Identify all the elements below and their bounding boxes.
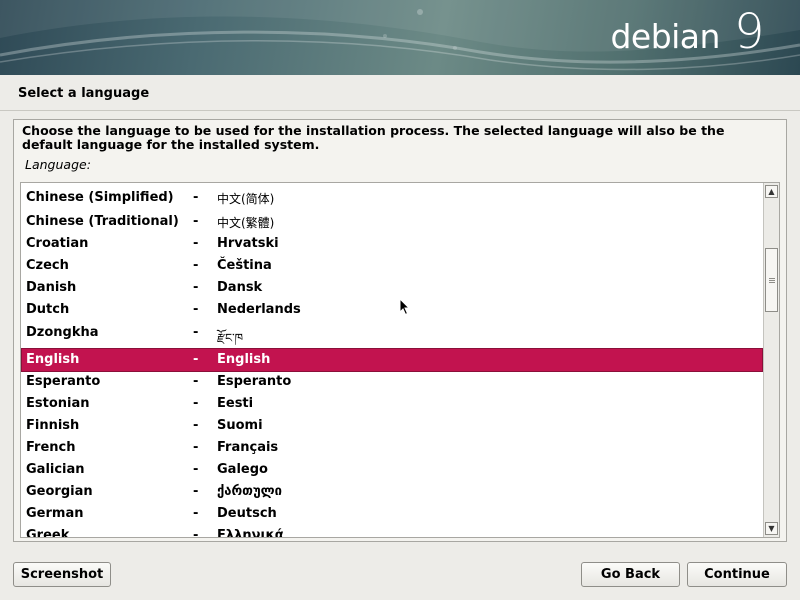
language-native-name: Čeština bbox=[217, 258, 272, 273]
scroll-down-arrow-icon[interactable]: ▼ bbox=[765, 522, 778, 535]
instructions-text: Choose the language to be used for the i… bbox=[22, 123, 725, 152]
mouse-pointer-icon bbox=[399, 298, 411, 316]
language-native-name: Français bbox=[217, 440, 279, 455]
language-name: Chinese (Simplified) bbox=[26, 190, 174, 205]
language-row[interactable]: Czech - Čeština bbox=[22, 255, 762, 277]
language-native-name: English bbox=[217, 352, 271, 367]
continue-button[interactable]: Continue bbox=[687, 562, 787, 587]
scrollbar-thumb[interactable] bbox=[765, 248, 778, 312]
language-field-label: Language: bbox=[25, 157, 91, 172]
language-name: Esperanto bbox=[26, 374, 101, 389]
title-divider bbox=[0, 110, 800, 111]
language-separator: - bbox=[193, 214, 199, 229]
language-name: Chinese (Traditional) bbox=[26, 214, 179, 229]
language-row[interactable]: Croatian - Hrvatski bbox=[22, 233, 762, 255]
language-row[interactable]: Estonian - Eesti bbox=[22, 393, 762, 415]
language-separator: - bbox=[193, 258, 199, 273]
language-native-name: Dansk bbox=[217, 280, 263, 295]
brand-name: debian bbox=[610, 17, 720, 56]
language-row[interactable]: Greek - Ελληνικά bbox=[22, 525, 762, 538]
screenshot-button[interactable]: Screenshot bbox=[13, 562, 111, 587]
debian-banner: debian 9 bbox=[0, 0, 800, 75]
language-row[interactable]: German - Deutsch bbox=[22, 503, 762, 525]
language-separator: - bbox=[193, 440, 199, 455]
language-separator: - bbox=[193, 352, 199, 367]
language-name: French bbox=[26, 440, 76, 455]
language-name: Georgian bbox=[26, 484, 93, 499]
language-listbox[interactable]: Chinese (Simplified) - 中文(简体) Chinese (Trad… bbox=[20, 182, 780, 538]
language-native-name: Deutsch bbox=[217, 506, 277, 521]
language-native-name: ქართული bbox=[217, 484, 282, 499]
language-native-name: Esperanto bbox=[217, 374, 292, 389]
language-separator: - bbox=[193, 280, 199, 295]
language-name: Estonian bbox=[26, 396, 90, 411]
language-row[interactable]: French - Français bbox=[22, 437, 762, 459]
language-native-name: 中文(简体) bbox=[217, 192, 275, 206]
language-row[interactable]: Danish - Dansk bbox=[22, 277, 762, 299]
language-name: Dzongkha bbox=[26, 325, 99, 340]
language-native-name: Ελληνικά bbox=[217, 528, 284, 538]
go-back-button[interactable]: Go Back bbox=[581, 562, 680, 587]
brand-version: 9 bbox=[733, 4, 765, 60]
language-separator: - bbox=[193, 396, 199, 411]
language-separator: - bbox=[193, 325, 199, 340]
language-row[interactable]: Dzongkha - རྫོང་ཁ bbox=[22, 322, 762, 346]
language-native-name: Nederlands bbox=[217, 302, 301, 317]
language-separator: - bbox=[193, 418, 199, 433]
language-separator: - bbox=[193, 190, 199, 205]
language-name: Dutch bbox=[26, 302, 70, 317]
page-title: Select a language bbox=[18, 86, 150, 101]
language-name: Czech bbox=[26, 258, 69, 273]
language-name: Galician bbox=[26, 462, 85, 477]
language-separator: - bbox=[193, 484, 199, 499]
language-native-name: 中文(繁體) bbox=[217, 216, 275, 230]
language-row[interactable]: Esperanto - Esperanto bbox=[22, 371, 762, 393]
language-separator: - bbox=[193, 506, 199, 521]
language-native-name: Eesti bbox=[217, 396, 254, 411]
language-row[interactable]: Finnish - Suomi bbox=[22, 415, 762, 437]
language-name: Danish bbox=[26, 280, 77, 295]
language-row[interactable]: Chinese (Traditional) - 中文(繁體) bbox=[22, 211, 762, 233]
language-native-name: Suomi bbox=[217, 418, 263, 433]
language-row[interactable]: Chinese (Simplified) - 中文(简体) bbox=[22, 187, 762, 209]
language-separator: - bbox=[193, 462, 199, 477]
language-name: German bbox=[26, 506, 84, 521]
language-row[interactable]: Georgian - ქართული bbox=[22, 481, 762, 503]
vertical-scrollbar[interactable]: ▲ ▼ bbox=[763, 183, 779, 537]
language-row[interactable]: Galician - Galego bbox=[22, 459, 762, 481]
language-name: English bbox=[26, 352, 80, 367]
language-name: Finnish bbox=[26, 418, 80, 433]
language-separator: - bbox=[193, 302, 199, 317]
language-separator: - bbox=[193, 236, 199, 251]
language-native-name: Hrvatski bbox=[217, 236, 279, 251]
scroll-up-arrow-icon[interactable]: ▲ bbox=[765, 185, 778, 198]
debian-logo: debian 9 bbox=[610, 4, 765, 60]
language-separator: - bbox=[193, 528, 199, 538]
language-native-name: Galego bbox=[217, 462, 268, 477]
language-name: Croatian bbox=[26, 236, 89, 251]
language-name: Greek bbox=[26, 528, 70, 538]
content-panel: Choose the language to be used for the i… bbox=[13, 119, 787, 542]
language-separator: - bbox=[193, 374, 199, 389]
language-row[interactable]: Dutch - Nederlands bbox=[22, 299, 762, 321]
language-row[interactable]: English - English bbox=[21, 348, 763, 372]
